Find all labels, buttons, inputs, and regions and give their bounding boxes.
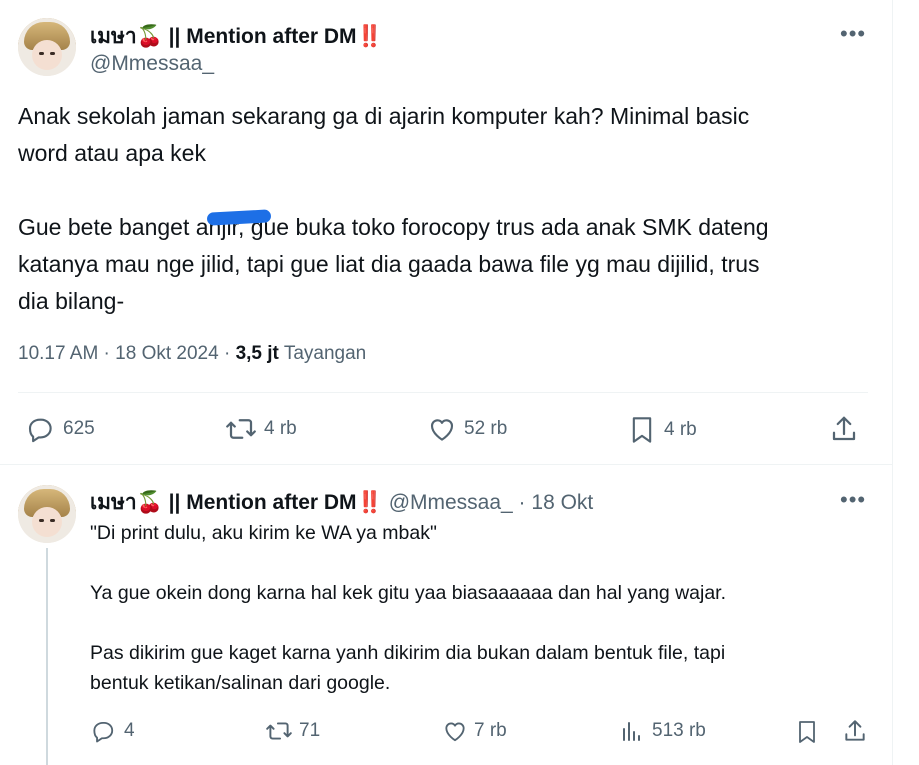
tweet-line [18,172,898,209]
handle-date[interactable]: @Mmessaa_ · 18 Okt [389,491,594,515]
share-button[interactable] [829,414,859,444]
like-count: 52 rb [464,418,508,439]
tweet-line: dia bilang- [18,288,125,314]
like-button[interactable]: 7 rb [442,718,507,744]
thread-line [46,548,48,765]
reply-author-row: เมษา🍒 || Mention after DM‼️ @Mmessaa_ · … [90,486,593,519]
share-button[interactable] [842,718,868,744]
divider [18,392,868,393]
like-icon [445,722,465,742]
share-icon [832,416,856,441]
reply-count: 625 [63,418,95,439]
views-icon [623,722,640,741]
reply-line: Pas dikirim gue kaget karna yanh dikirim… [90,642,726,664]
divider [0,464,892,465]
views-count: 3,5 jt [235,343,279,364]
handle[interactable]: @Mmessaa_ [90,52,214,76]
like-icon [430,419,454,441]
reply-button[interactable]: 4 [90,718,135,744]
tweet-meta: 10.17 AM · 18 Okt 2024 · 3,5 jt Tayangan [18,343,366,365]
display-name[interactable]: เมษา🍒 || Mention after DM‼️ [90,20,383,53]
column-border [892,0,893,765]
bookmark-button[interactable] [795,718,819,746]
bookmark-icon [632,417,652,443]
reply-icon [93,721,114,743]
reply-text: "Di print dulu, aku kirim ke WA ya mbak"… [90,518,890,698]
reply-count: 4 [124,720,135,741]
avatar[interactable] [18,18,76,76]
bookmark-button[interactable]: 4 rb [628,414,697,446]
views-count: 513 rb [652,720,706,741]
like-button[interactable]: 52 rb [426,414,507,444]
more-icon[interactable]: ••• [840,23,866,45]
retweet-button[interactable]: 71 [265,718,320,744]
reply-line: Ya gue okein dong karna hal kek gitu yaa… [90,582,727,604]
reply-line [90,608,890,638]
author-row: เมษา🍒 || Mention after DM‼️ [90,20,383,53]
retweet-button[interactable]: 4 rb [224,414,297,444]
reply-line: bentuk ketikan/salinan dari google. [90,672,391,694]
share-icon [845,720,865,741]
bookmark-count: 4 rb [664,419,697,440]
bookmark-icon [799,721,815,743]
retweet-count: 71 [299,720,321,741]
timestamp[interactable]: 10.17 AM · 18 Okt 2024 · [18,343,236,364]
reply-button[interactable]: 625 [25,414,95,444]
retweet-count: 4 rb [264,418,297,439]
avatar[interactable] [18,485,76,543]
tweet-line: word atau apa kek [18,140,206,166]
tweet-text: Anak sekolah jaman sekarang ga di ajarin… [18,98,898,320]
retweet-icon [266,722,292,740]
tweet-line: Anak sekolah jaman sekarang ga di ajarin… [18,103,750,129]
views-label: Tayangan [278,343,367,364]
tweet-line: Gue bete banget anjir, gue buka toko for… [18,214,769,240]
reply-icon [28,418,52,443]
tweet-line: katanya mau nge jilid, tapi gue liat dia… [18,251,760,277]
display-name[interactable]: เมษา🍒 || Mention after DM‼️ [90,486,383,519]
more-icon[interactable]: ••• [840,489,866,511]
reply-line: "Di print dulu, aku kirim ke WA ya mbak" [90,522,437,544]
views-button[interactable]: 513 rb [620,718,706,744]
reply-line [90,548,890,578]
like-count: 7 rb [474,720,507,741]
retweet-icon [226,419,256,439]
